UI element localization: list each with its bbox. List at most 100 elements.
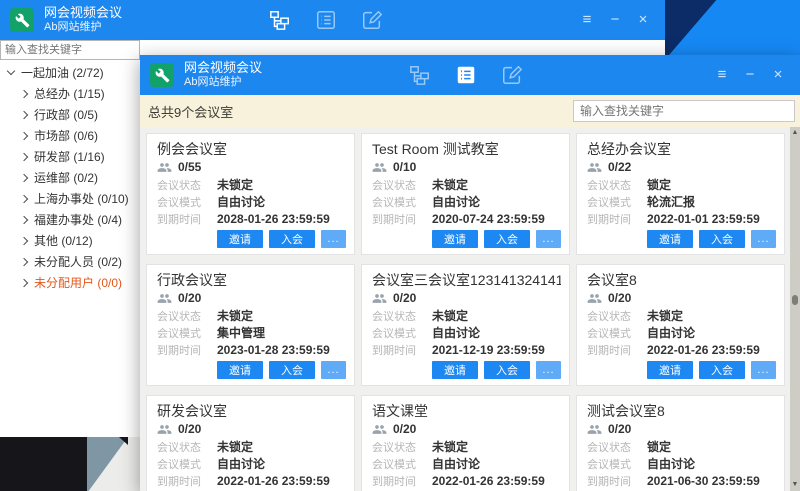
join-button[interactable]: 入会 [484, 361, 530, 379]
tree-item-label: 总经办 (1/15) [34, 85, 105, 102]
invite-button[interactable]: 邀请 [647, 361, 693, 379]
mode-label: 会议模式 [157, 194, 217, 210]
room-capacity: 0/20 [393, 291, 416, 305]
join-button[interactable]: 入会 [269, 230, 315, 248]
join-button[interactable]: 入会 [699, 361, 745, 379]
tree-item[interactable]: 其他 (0/12) [0, 230, 140, 251]
expire-label: 到期时间 [372, 342, 432, 358]
tree-item[interactable]: 未分配用户 (0/0) [0, 272, 140, 293]
tree-item-label: 市场部 (0/6) [34, 127, 98, 144]
mode-value: 轮流汇报 [647, 193, 695, 210]
status-label: 会议状态 [372, 177, 432, 193]
sidebar-search-input[interactable] [0, 40, 140, 60]
chevron-right-icon [20, 278, 28, 286]
chevron-right-icon [20, 131, 28, 139]
close-icon[interactable]: × [770, 67, 786, 83]
invite-button[interactable]: 邀请 [647, 230, 693, 248]
tree-item[interactable]: 市场部 (0/6) [0, 125, 140, 146]
status-value: 未锁定 [217, 176, 253, 193]
room-capacity: 0/55 [178, 160, 201, 174]
org-chart-icon[interactable] [268, 8, 292, 32]
wrench-icon [155, 68, 170, 83]
back-titlebar[interactable]: 网会视频会议 Ab网站维护 [0, 0, 665, 40]
tree-item[interactable]: 研发部 (1/16) [0, 146, 140, 167]
expire-value: 2023-01-28 23:59:59 [217, 343, 330, 357]
tree-item-label: 未分配用户 (0/0) [34, 274, 122, 291]
people-icon [372, 160, 387, 175]
compose-icon[interactable] [360, 8, 384, 32]
menu-icon[interactable]: ≡ [714, 67, 730, 83]
status-label: 会议状态 [372, 439, 432, 455]
mode-value: 自由讨论 [217, 193, 265, 210]
compose-icon[interactable] [500, 63, 524, 87]
join-button[interactable]: 入会 [699, 230, 745, 248]
more-button[interactable]: ... [321, 361, 346, 379]
room-search-input[interactable] [573, 100, 795, 122]
invite-button[interactable]: 邀请 [432, 361, 478, 379]
expire-value: 2028-01-26 23:59:59 [217, 212, 330, 226]
join-button[interactable]: 入会 [269, 361, 315, 379]
room-cards: 例会会议室 0/55 会议状态 未锁定 会议模式 [146, 133, 785, 491]
status-label: 会议状态 [157, 308, 217, 324]
invite-button[interactable]: 邀请 [217, 361, 263, 379]
room-title: Test Room 测试教室 [372, 140, 561, 158]
tree-item[interactable]: 运维部 (0/2) [0, 167, 140, 188]
scroll-up-icon[interactable]: ▲ [790, 127, 800, 139]
scroll-down-icon[interactable]: ▼ [790, 479, 800, 491]
more-button[interactable]: ... [751, 361, 776, 379]
tree-item[interactable]: 福建办事处 (0/4) [0, 209, 140, 230]
invite-button[interactable]: 邀请 [217, 230, 263, 248]
meeting-list-icon[interactable] [314, 8, 338, 32]
app-title: 网会视频会议 [44, 5, 122, 20]
app-subtitle: Ab网站维护 [44, 20, 122, 35]
scrollbar-thumb[interactable] [792, 295, 798, 305]
app-subtitle: Ab网站维护 [184, 75, 262, 90]
tree-item-label: 福建办事处 (0/4) [34, 211, 122, 228]
tree-item-label: 运维部 (0/2) [34, 169, 98, 186]
close-icon[interactable]: × [635, 12, 651, 28]
more-button[interactable]: ... [751, 230, 776, 248]
join-button[interactable]: 入会 [484, 230, 530, 248]
menu-icon[interactable]: ≡ [579, 12, 595, 28]
tree-item[interactable]: 未分配人员 (0/2) [0, 251, 140, 272]
more-button[interactable]: ... [536, 361, 561, 379]
mode-value: 自由讨论 [432, 324, 480, 341]
room-title: 行政会议室 [157, 271, 346, 289]
room-capacity: 0/20 [178, 422, 201, 436]
status-value: 锁定 [647, 438, 671, 455]
expire-label: 到期时间 [587, 211, 647, 227]
expire-label: 到期时间 [157, 473, 217, 489]
chevron-right-icon [20, 236, 28, 244]
status-value: 未锁定 [647, 307, 683, 324]
minimize-icon[interactable]: − [742, 67, 758, 83]
expire-value: 2022-01-26 23:59:59 [647, 343, 760, 357]
tree-item-label: 行政部 (0/5) [34, 106, 98, 123]
room-count-summary: 总共9个会议室 [148, 102, 233, 121]
meeting-list-icon-active[interactable] [454, 63, 478, 87]
meeting-room-card: 测试会议室8 0/20 会议状态 锁定 会议模式 [576, 395, 785, 491]
meeting-room-card: 语文课堂 0/20 会议状态 未锁定 会议模式 [361, 395, 570, 491]
tree-root-item[interactable]: 一起加油 (2/72) [0, 62, 140, 83]
invite-button[interactable]: 邀请 [432, 230, 478, 248]
app-title: 网会视频会议 [184, 60, 262, 75]
scrollbar[interactable]: ▲ ▼ [790, 127, 800, 491]
tree-item-label: 未分配人员 (0/2) [34, 253, 122, 270]
tree-item[interactable]: 行政部 (0/5) [0, 104, 140, 125]
chevron-right-icon [20, 173, 28, 181]
tree-item-label: 研发部 (1/16) [34, 148, 105, 165]
more-button[interactable]: ... [321, 230, 346, 248]
mode-label: 会议模式 [587, 194, 647, 210]
minimize-icon[interactable]: − [607, 12, 623, 28]
more-button[interactable]: ... [536, 230, 561, 248]
status-value: 锁定 [647, 176, 671, 193]
tree-item[interactable]: 总经办 (1/15) [0, 83, 140, 104]
meeting-room-card: 会议室8 0/20 会议状态 未锁定 会议模式 [576, 264, 785, 386]
wallpaper-navy-shape [665, 0, 800, 55]
org-chart-icon[interactable] [408, 63, 432, 87]
tree-item[interactable]: 上海办事处 (0/10) [0, 188, 140, 209]
room-capacity: 0/20 [608, 422, 631, 436]
info-bar: 总共9个会议室 [140, 95, 800, 127]
mode-label: 会议模式 [157, 325, 217, 341]
front-titlebar[interactable]: 网会视频会议 Ab网站维护 [140, 55, 800, 95]
expire-value: 2022-01-01 23:59:59 [647, 212, 760, 226]
